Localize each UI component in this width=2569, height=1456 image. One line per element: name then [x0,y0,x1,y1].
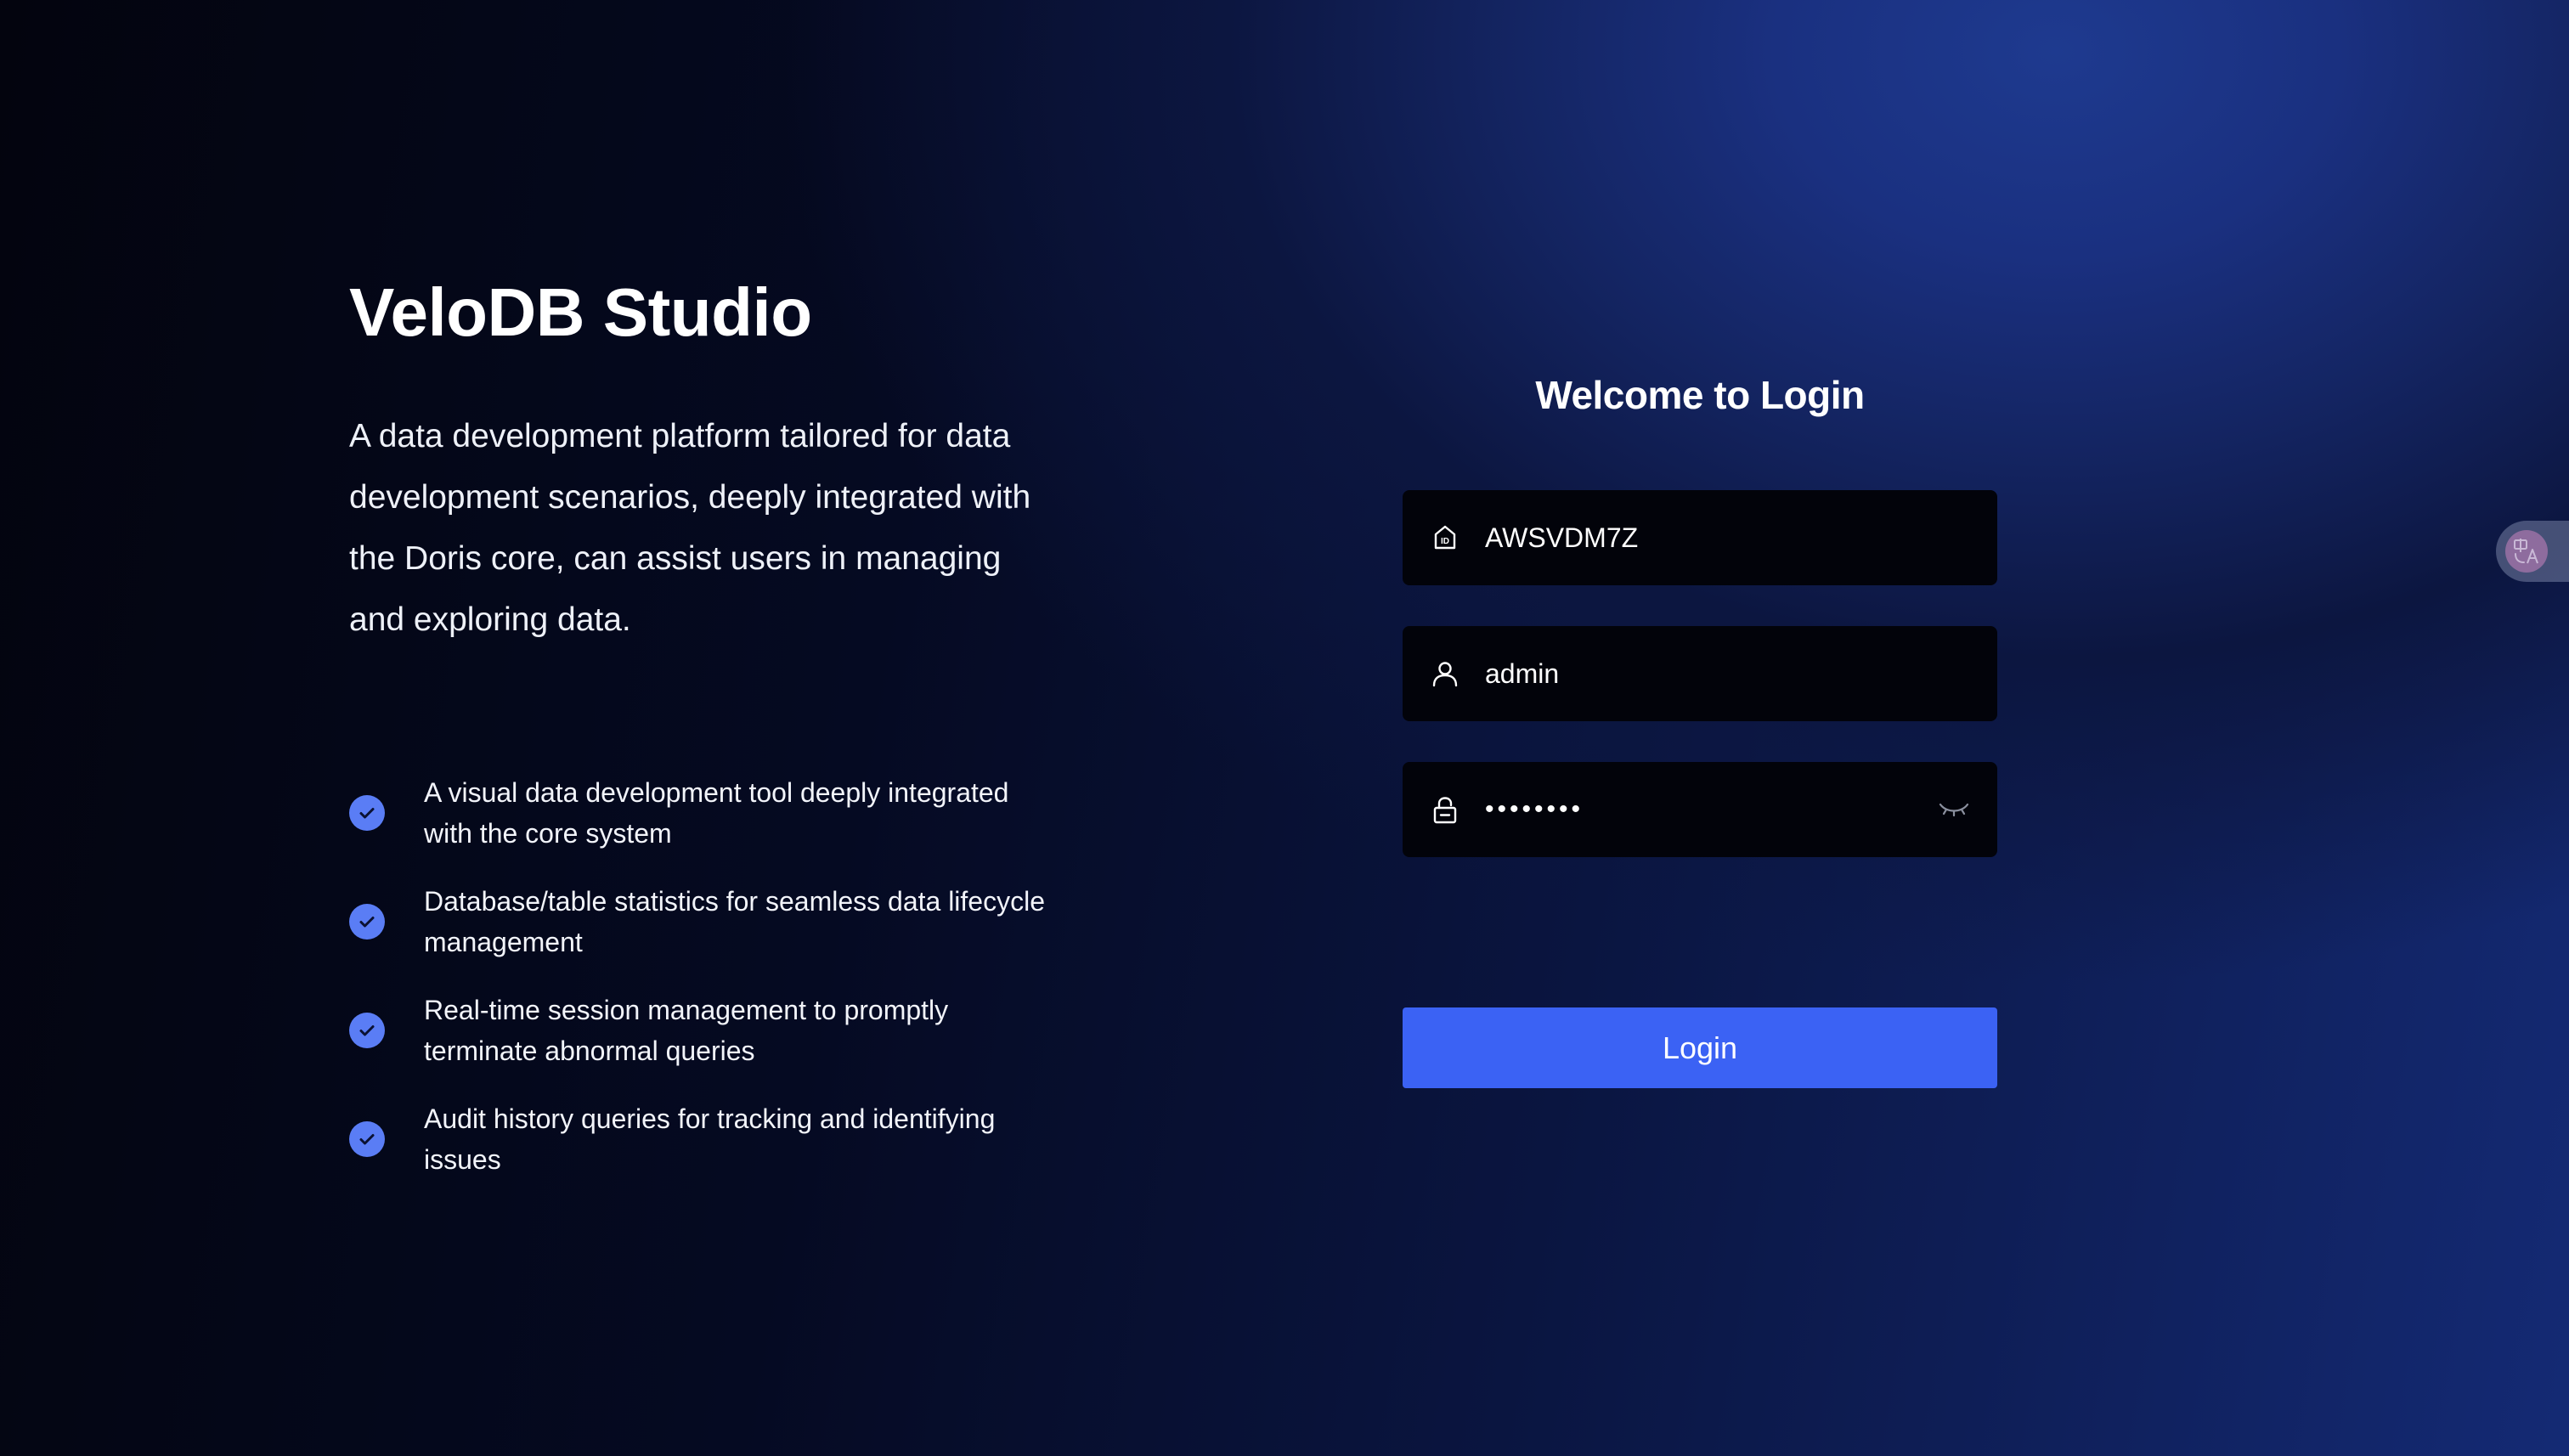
translate-widget[interactable] [2496,521,2569,582]
check-circle-icon [349,1013,385,1048]
feature-text: Audit history queries for tracking and i… [424,1103,996,1175]
check-circle-icon [349,904,385,940]
lock-icon [1430,794,1460,825]
cluster-id-input[interactable] [1485,490,1944,585]
feature-text: Database/table statistics for seamless d… [424,886,1045,957]
feature-text: A visual data development tool deeply in… [424,777,1009,849]
feature-text: Real-time session management to promptly… [424,995,949,1066]
feature-list: A visual data development tool deeply in… [349,759,1054,1194]
username-field[interactable] [1403,626,1997,721]
eye-closed-icon[interactable] [1938,796,1970,823]
login-button[interactable]: Login [1403,1007,1997,1088]
username-input[interactable] [1485,626,1944,721]
password-field[interactable] [1403,762,1997,857]
user-icon [1430,658,1460,689]
feature-item: Audit history queries for tracking and i… [349,1085,1054,1194]
feature-item: A visual data development tool deeply in… [349,759,1054,867]
feature-item: Real-time session management to promptly… [349,976,1054,1085]
brand-description: A data development platform tailored for… [349,418,1031,638]
id-badge-icon: ID [1430,522,1460,553]
translate-icon[interactable] [2505,530,2548,573]
feature-item: Database/table statistics for seamless d… [349,867,1054,976]
cluster-id-field[interactable]: ID [1403,490,1997,585]
check-circle-icon [349,1121,385,1157]
check-circle-icon [349,795,385,831]
svg-text:ID: ID [1441,537,1449,546]
brand-title: VeloDB Studio [349,274,812,350]
login-title: Welcome to Login [1535,373,1865,417]
password-input[interactable] [1485,762,1944,857]
